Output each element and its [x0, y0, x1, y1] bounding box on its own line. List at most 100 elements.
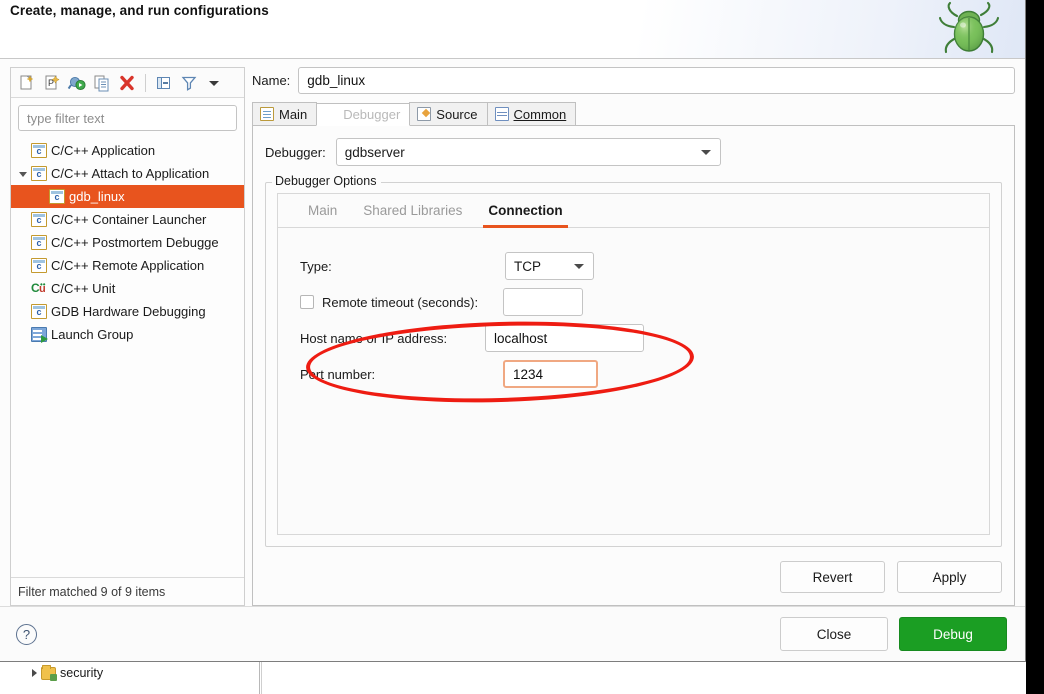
dialog-body: P type filter text c C/C++ Application c… — [0, 59, 1025, 606]
chevron-right-icon — [32, 669, 37, 677]
twisty-icon[interactable] — [17, 328, 31, 342]
configuration-tabs: Main Debugger Source Common — [252, 102, 1015, 126]
tree-item-c-cpp-postmortem-debugger[interactable]: C/C++ Postmortem Debugge — [11, 231, 244, 254]
tab-label: Main — [279, 106, 308, 122]
remote-timeout-checkbox[interactable] — [300, 295, 314, 309]
twisty-icon[interactable] — [17, 305, 31, 319]
toolbar-separator — [145, 73, 146, 92]
export-run-icon[interactable] — [67, 73, 87, 93]
inner-tab-label: Main — [308, 202, 338, 218]
tab-label: Source — [436, 106, 478, 122]
tree-item-c-cpp-unit[interactable]: C •• u C/C++ Unit — [11, 277, 244, 300]
debugger-label: Debugger: — [265, 144, 326, 160]
tree-item-label: C/C++ Application — [51, 143, 156, 158]
configurations-tree[interactable]: C/C++ Application C/C++ Attach to Applic… — [11, 139, 244, 577]
port-label: Port number: — [300, 366, 376, 382]
close-button-label: Close — [816, 626, 852, 642]
folder-icon — [41, 664, 57, 681]
host-input-value: localhost — [494, 330, 548, 346]
debugger-options-group: Debugger Options Main Shared Libraries C… — [265, 174, 1002, 547]
tab-common[interactable]: Common — [486, 102, 577, 125]
tab-source[interactable]: Source — [409, 102, 488, 125]
common-icon — [494, 107, 509, 121]
inner-tab-connection[interactable]: Connection — [475, 193, 575, 228]
twisty-icon[interactable] — [17, 259, 31, 273]
tree-item-label: C/C++ Container Launcher — [51, 212, 207, 227]
configuration-editor: Name: gdb_linux Main Debugger Source Com… — [252, 67, 1015, 606]
port-row: Port number: 1234 — [300, 356, 989, 392]
remote-timeout-row: Remote timeout (seconds): — [300, 284, 989, 320]
launch-group-icon — [31, 327, 48, 343]
debug-button[interactable]: Debug — [899, 617, 1007, 651]
new-configuration-icon[interactable] — [17, 73, 37, 93]
tree-item-label: C/C++ Attach to Application — [51, 166, 210, 181]
configurations-panel: P type filter text c C/C++ Application c… — [10, 67, 245, 606]
name-input[interactable]: gdb_linux — [298, 67, 1015, 94]
type-label: Type: — [300, 258, 332, 274]
view-menu-icon[interactable] — [204, 73, 224, 93]
cdt-icon — [31, 235, 47, 250]
debugger-select[interactable]: gdbserver — [335, 138, 721, 166]
screen-edge-filler — [1026, 0, 1044, 694]
twisty-icon[interactable] — [17, 282, 31, 296]
debugger-options-panel: Main Shared Libraries Connection Type: T… — [277, 193, 990, 535]
duplicate-icon[interactable] — [92, 73, 112, 93]
remote-timeout-input[interactable] — [503, 288, 583, 316]
tree-item-c-cpp-attach-to-application[interactable]: C/C++ Attach to Application — [11, 162, 244, 185]
type-select-value: TCP — [514, 258, 541, 274]
tree-item-c-cpp-remote-application[interactable]: C/C++ Remote Application — [11, 254, 244, 277]
tab-debugger[interactable]: Debugger — [316, 103, 411, 126]
type-select[interactable]: TCP — [505, 252, 594, 280]
help-icon[interactable]: ? — [16, 623, 37, 645]
tree-item-c-cpp-container-launcher[interactable]: C/C++ Container Launcher — [11, 208, 244, 231]
new-prototype-icon[interactable]: P — [42, 73, 62, 93]
filter-placeholder: type filter text — [27, 110, 105, 126]
type-row: Type: TCP — [300, 248, 989, 284]
twisty-icon[interactable] — [17, 144, 31, 158]
background-tree-item-label: security — [60, 666, 104, 680]
configurations-toolbar: P — [11, 68, 244, 98]
inner-tab-main[interactable]: Main — [295, 193, 350, 227]
cdt-icon — [31, 258, 47, 273]
apply-revert-row: Revert Apply — [265, 547, 1002, 605]
bug-icon — [938, 1, 1000, 54]
twisty-expanded-icon[interactable] — [17, 167, 31, 181]
inner-tab-label: Connection — [488, 202, 563, 218]
filter-icon[interactable] — [179, 73, 199, 93]
dialog-footer: ? Close Debug — [0, 606, 1025, 661]
collapse-all-icon[interactable] — [154, 73, 174, 93]
filter-input[interactable]: type filter text — [18, 105, 237, 131]
chevron-down-icon — [574, 264, 584, 269]
remote-timeout-label: Remote timeout (seconds): — [322, 294, 479, 310]
cdt-icon — [31, 212, 47, 227]
inner-tab-shared-libraries[interactable]: Shared Libraries — [350, 193, 475, 227]
name-label: Name: — [252, 73, 291, 88]
background-tree-item-security[interactable]: security — [32, 664, 104, 681]
debugger-options-tabs: Main Shared Libraries Connection — [278, 194, 989, 228]
cdt-icon — [49, 189, 65, 204]
tree-item-c-cpp-application[interactable]: C/C++ Application — [11, 139, 244, 162]
tree-item-label: C/C++ Postmortem Debugge — [51, 235, 219, 250]
revert-button[interactable]: Revert — [780, 561, 885, 593]
apply-button[interactable]: Apply — [897, 561, 1002, 593]
host-row: Host name or IP address: localhost — [300, 320, 989, 356]
host-input[interactable]: localhost — [485, 324, 644, 352]
tree-item-gdb-hardware-debugging[interactable]: GDB Hardware Debugging — [11, 300, 244, 323]
debugger-tab-page: Debugger: gdbserver Debugger Options Mai… — [252, 126, 1015, 606]
tab-strip-filler — [575, 102, 1015, 125]
close-button[interactable]: Close — [780, 617, 888, 651]
twisty-icon[interactable] — [17, 236, 31, 250]
port-input[interactable]: 1234 — [503, 360, 598, 388]
tree-item-gdb-linux[interactable]: gdb_linux — [11, 185, 244, 208]
tree-item-label: Launch Group — [51, 327, 134, 342]
connection-form: Type: TCP Remote timeout (seconds): Host… — [278, 228, 989, 534]
footer-buttons: Close Debug — [780, 617, 1007, 651]
tree-item-launch-group[interactable]: Launch Group — [11, 323, 244, 346]
delete-icon[interactable] — [117, 73, 137, 93]
twisty-icon[interactable] — [17, 213, 31, 227]
tab-main[interactable]: Main — [252, 102, 318, 125]
launch-configurations-dialog: Create, manage, and run configurations P… — [0, 0, 1026, 662]
document-icon — [260, 107, 274, 121]
help-glyph: ? — [22, 626, 31, 642]
remote-timeout-label-group: Remote timeout (seconds): — [300, 295, 503, 310]
